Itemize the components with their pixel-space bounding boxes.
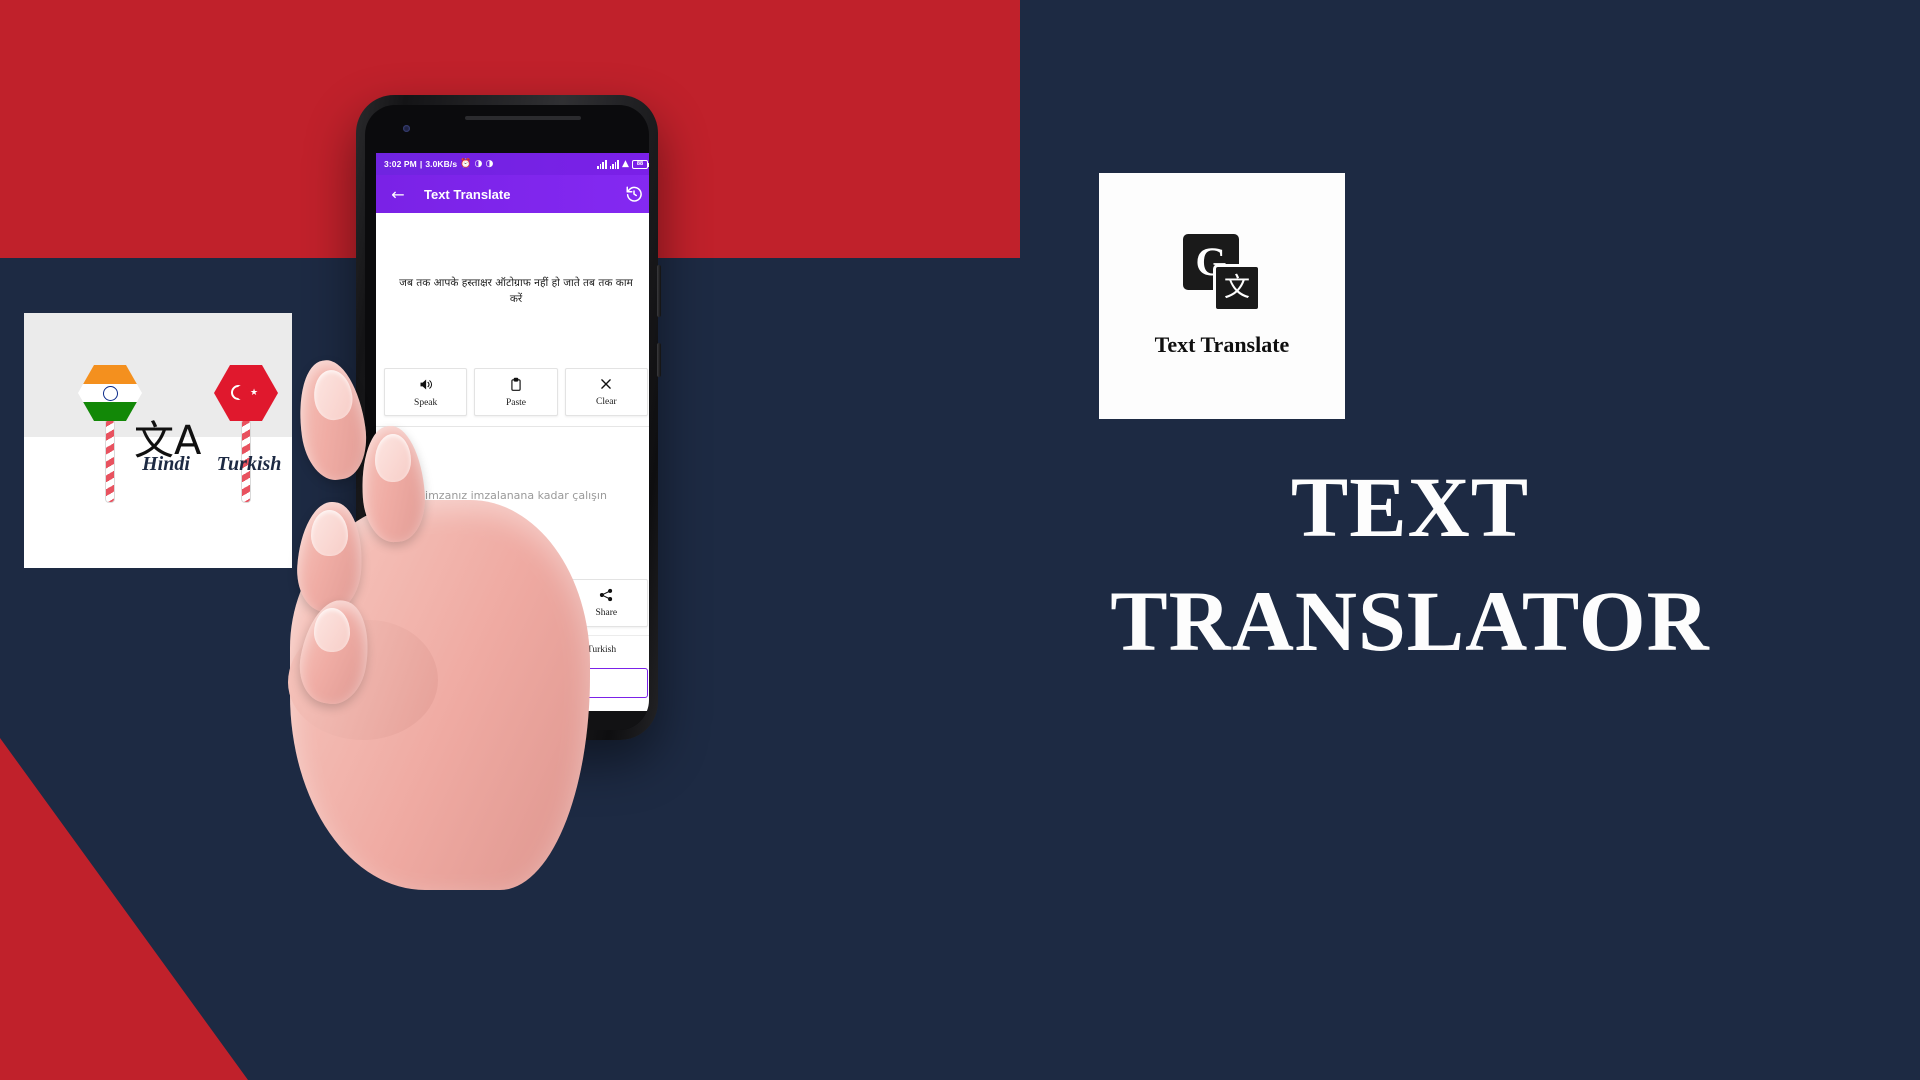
- turkey-flag-hex-icon: ★: [214, 365, 278, 421]
- volume-button[interactable]: [657, 265, 661, 317]
- app-icon-caption: Text Translate: [1154, 332, 1290, 357]
- status-net-speed: 3.0KB/s: [425, 159, 458, 169]
- earpiece-speaker: [465, 116, 581, 120]
- status-separator: |: [419, 159, 423, 169]
- notification-dot-icon: ◑: [474, 158, 483, 169]
- ashoka-chakra-icon: [102, 385, 118, 401]
- india-flag-hex-icon: [78, 365, 142, 421]
- app-bar: ← Text Translate: [376, 175, 649, 213]
- app-icon-card: G 文 Text Translate: [1099, 173, 1345, 419]
- fingernail: [375, 434, 411, 482]
- source-text: जब तक आपके हस्ताक्षर ऑटोग्राफ नहीं हो जा…: [399, 277, 633, 306]
- back-arrow-icon[interactable]: ←: [388, 184, 408, 204]
- page-title: Text Translate: [424, 186, 511, 202]
- signal-bars-icon: [609, 159, 619, 169]
- promo-title-line2: TRANSLATOR: [1110, 573, 1710, 670]
- status-bar: 3:02 PM | 3.0KB/s ⏰ ◑ ◑ ▲ 88: [376, 153, 649, 175]
- hand-holding-phone: [280, 330, 720, 890]
- translate-language-icon: 文A: [134, 418, 202, 464]
- battery-charging-icon: 88: [632, 159, 649, 169]
- flag-turkish: ★: [214, 365, 278, 503]
- fingernail: [314, 608, 350, 652]
- status-time: 3:02 PM: [384, 159, 417, 169]
- fingernail: [311, 510, 348, 556]
- translate-cjk-icon: 文: [1213, 264, 1261, 312]
- signal-bars-icon: [597, 159, 607, 169]
- app-logo: G 文: [1183, 234, 1261, 312]
- alarm-icon: ⏰: [460, 158, 472, 169]
- language-pair-card: Hindi ★ Turkish 文A: [24, 313, 292, 568]
- notification-dot-icon: ◑: [485, 158, 494, 169]
- wifi-icon: ▲: [621, 158, 629, 169]
- front-camera-icon: [403, 125, 410, 132]
- promo-title: TEXT TRANSLATOR: [960, 462, 1860, 667]
- promo-title-line1: TEXT: [1290, 459, 1530, 555]
- history-icon[interactable]: [624, 184, 644, 204]
- flag-hindi: [78, 365, 142, 503]
